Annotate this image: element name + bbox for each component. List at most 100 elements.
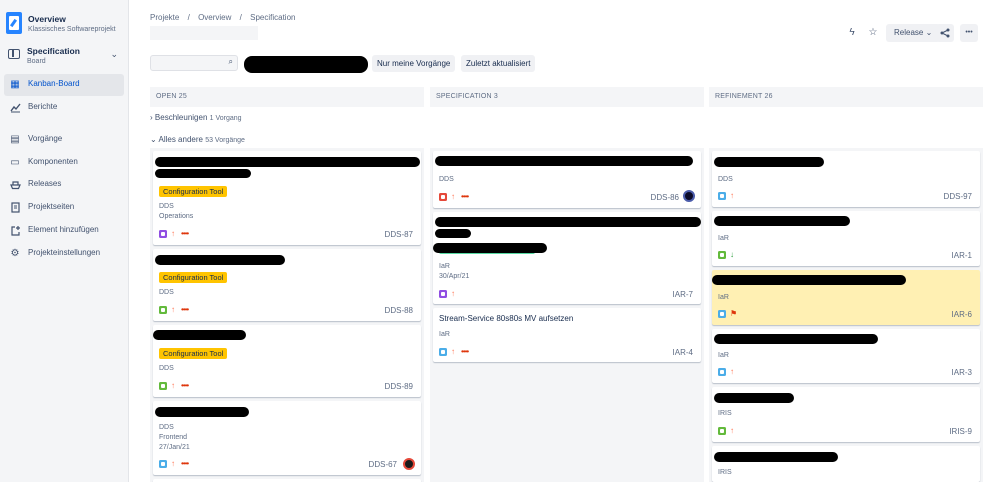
issue-card[interactable]: IaR ↑ IAR-3 xyxy=(712,329,980,383)
task-type-icon xyxy=(718,192,726,200)
epic-label[interactable]: Configuration Tool xyxy=(159,348,228,359)
components-icon: ▭ xyxy=(10,157,20,168)
breadcrumb-overview[interactable]: Overview xyxy=(198,13,231,22)
project-name: Overview xyxy=(28,14,66,24)
component-label: IaR xyxy=(439,263,450,270)
priority-high-icon: ↑ xyxy=(171,459,175,468)
board-name: Specification xyxy=(27,46,80,56)
project-header[interactable]: Overview Klassisches Softwareprojekt xyxy=(6,12,126,38)
bug-type-icon xyxy=(439,193,447,201)
redacted-summary xyxy=(714,393,794,403)
issue-card[interactable]: IRIS ↑ IRIS-9 xyxy=(712,387,980,442)
component-label: DDS xyxy=(159,424,174,431)
issue-card[interactable]: Stream-Service 80s80s MV aufsetzen IaR ↑… xyxy=(433,308,701,362)
component-label: DDS xyxy=(159,203,174,210)
sidebar-item-kanban-board[interactable]: ▦ Kanban-Board xyxy=(4,74,124,96)
project-type: Klassisches Softwareprojekt xyxy=(28,26,116,33)
issue-key[interactable]: DDS-86 xyxy=(651,193,679,202)
issue-key[interactable]: IAR-7 xyxy=(673,290,693,299)
component-label: DDS xyxy=(159,365,174,372)
component-label: DDS xyxy=(159,289,174,296)
sidebar-item-komponenten[interactable]: ▭ Komponenten xyxy=(4,152,124,174)
sidebar-item-label: Releases xyxy=(28,179,62,188)
sidebar-item-vorgaenge[interactable]: ▤ Vorgänge xyxy=(4,129,124,151)
priority-high-icon: ↑ xyxy=(451,289,455,298)
issue-key[interactable]: DDS-88 xyxy=(385,306,413,315)
chevron-down-icon: ⌄ xyxy=(925,28,933,37)
breadcrumb-separator: / xyxy=(239,13,242,22)
issue-key[interactable]: DDS-97 xyxy=(944,192,972,201)
issue-card[interactable]: DDS Frontend 27/Jan/21 ↑ •••• DDS-67 xyxy=(153,401,421,475)
board-icon xyxy=(8,49,20,59)
priority-high-icon: ↑ xyxy=(171,305,175,314)
releases-icon xyxy=(9,179,21,191)
issues-icon: ▤ xyxy=(10,134,20,145)
estimate-dots-icon: •••• xyxy=(461,192,469,201)
issue-card[interactable]: DDS ↑ •••• DDS-86 xyxy=(433,151,701,208)
issue-key[interactable]: IAR-1 xyxy=(952,251,972,260)
share-icon[interactable] xyxy=(936,24,954,42)
more-icon[interactable]: ••• xyxy=(960,24,978,42)
release-button[interactable]: Release ⌄ xyxy=(886,24,941,42)
issue-key[interactable]: IAR-6 xyxy=(952,310,972,319)
issue-key[interactable]: IAR-4 xyxy=(673,348,693,357)
add-item-icon xyxy=(9,225,21,237)
component-label: IaR xyxy=(718,352,729,359)
subtask-type-icon xyxy=(159,230,167,238)
swimlane-beschleunigen[interactable]: › Beschleunigen 1 Vorgang xyxy=(150,113,242,122)
swimlane-alles-andere[interactable]: ⌄ Alles andere 53 Vorgänge xyxy=(150,135,245,144)
swimlane-count: 1 Vorgang xyxy=(209,115,242,122)
priority-high-icon: ↑ xyxy=(171,229,175,238)
board-selector[interactable]: Specification Board ⌄ xyxy=(6,46,122,68)
lightning-icon[interactable]: ϟ xyxy=(843,24,861,42)
sidebar-item-releases[interactable]: Releases xyxy=(4,174,124,196)
redacted-summary xyxy=(714,452,838,462)
issue-card[interactable]: IRIS xyxy=(712,446,980,482)
sidebar-item-label: Kanban-Board xyxy=(28,79,80,88)
component-label: IaR xyxy=(718,235,729,242)
redacted-summary xyxy=(435,217,701,227)
sidebar-item-label: Berichte xyxy=(28,102,58,111)
issue-card[interactable]: DDS ↑ DDS-97 xyxy=(712,151,980,207)
issue-key[interactable]: IAR-3 xyxy=(952,368,972,377)
issue-key[interactable]: DDS-87 xyxy=(385,230,413,239)
star-icon[interactable]: ☆ xyxy=(864,24,882,42)
sidebar-item-berichte[interactable]: Berichte xyxy=(4,97,124,119)
component-label: IRIS xyxy=(718,410,732,417)
column-header-refinement: REFINEMENT 26 xyxy=(709,87,983,107)
search-input[interactable]: ⌕ xyxy=(150,55,238,71)
epic-label[interactable]: Configuration Tool xyxy=(159,186,228,197)
issue-card[interactable]: Configuration Tool DDS ↑ •••• DDS-89 xyxy=(153,325,421,397)
issue-key[interactable]: DDS-67 xyxy=(369,460,397,469)
epic-label[interactable]: Configuration Tool xyxy=(159,272,228,283)
sidebar-item-element-hinzufuegen[interactable]: Element hinzufügen xyxy=(4,220,124,242)
filter-my-issues-button[interactable]: Nur meine Vorgänge xyxy=(372,55,456,72)
flag-icon: ⚑ xyxy=(730,309,738,318)
priority-high-icon: ↑ xyxy=(451,192,455,201)
avatar[interactable] xyxy=(403,458,415,470)
issue-card[interactable]: Configuration Tool DDS ↑ •••• DDS-88 xyxy=(153,249,421,321)
issue-key[interactable]: IRIS-9 xyxy=(949,427,972,436)
chart-icon xyxy=(9,102,21,114)
filter-recently-updated-button[interactable]: Zuletzt aktualisiert xyxy=(461,55,536,72)
breadcrumb-specification[interactable]: Specification xyxy=(250,13,295,22)
issue-card[interactable]: IaR 30/Apr/21 ↑ IAR-7 xyxy=(433,212,701,304)
task-type-icon xyxy=(159,460,167,468)
issue-card[interactable]: IaR ↓ IAR-1 xyxy=(712,211,980,266)
sidebar-item-label: Komponenten xyxy=(28,157,78,166)
sidebar-item-projektseiten[interactable]: Projektseiten xyxy=(4,197,124,219)
avatar[interactable] xyxy=(683,190,695,202)
issue-key[interactable]: DDS-89 xyxy=(385,382,413,391)
story-type-icon xyxy=(159,382,167,390)
redacted-summary xyxy=(714,334,878,344)
estimate-dots-icon: •••• xyxy=(181,229,189,238)
redacted-summary xyxy=(435,229,471,238)
sidebar-item-projekteinstellungen[interactable]: ⚙ Projekteinstellungen xyxy=(4,243,124,265)
story-type-icon xyxy=(718,251,726,259)
issue-card-flagged[interactable]: IaR ⚑ IAR-6 xyxy=(712,270,980,325)
chevron-right-icon: › xyxy=(150,113,153,122)
column-header-open: OPEN 25 xyxy=(150,87,424,107)
breadcrumb-projekte[interactable]: Projekte xyxy=(150,13,179,22)
task-type-icon xyxy=(718,368,726,376)
issue-card[interactable]: Configuration Tool DDS Operations ↑ ••••… xyxy=(153,151,421,245)
